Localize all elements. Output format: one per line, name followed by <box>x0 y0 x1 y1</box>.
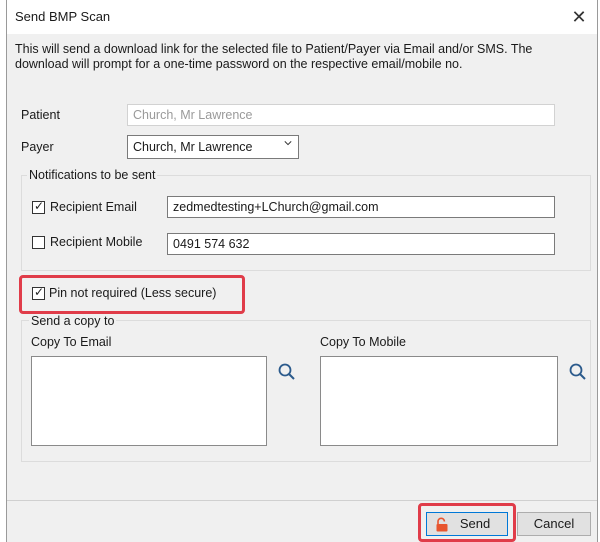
description-text: This will send a download link for the s… <box>15 42 533 71</box>
checkmark-icon: ✓ <box>34 199 45 213</box>
cancel-button[interactable]: Cancel <box>517 512 591 536</box>
payer-selected-value: Church, Mr Lawrence <box>133 140 253 154</box>
recipient-email-label: Recipient Email <box>50 200 137 214</box>
send-button-label: Send <box>459 516 491 531</box>
pin-not-required-label: Pin not required (Less secure) <box>49 286 217 300</box>
recipient-email-checkbox[interactable]: ✓ <box>32 199 45 214</box>
recipient-email-input[interactable]: zedmedtesting+LChurch@gmail.com <box>167 196 555 218</box>
patient-label: Patient <box>21 108 60 122</box>
recipient-mobile-input[interactable]: 0491 574 632 <box>167 233 555 255</box>
recipient-mobile-checkbox[interactable] <box>32 236 45 249</box>
payer-label: Payer <box>21 140 54 154</box>
send-bmp-scan-dialog: Send BMP Scan ✕ This will send a downloa… <box>6 0 598 542</box>
search-icon[interactable] <box>568 362 588 382</box>
copy-to-email-label: Copy To Email <box>31 335 112 349</box>
pin-not-required-checkbox[interactable]: ✓ <box>32 285 45 300</box>
checkmark-icon: ✓ <box>34 285 45 299</box>
copy-to-email-textarea[interactable] <box>31 356 267 446</box>
patient-field: Church, Mr Lawrence <box>127 104 555 126</box>
recipient-mobile-label: Recipient Mobile <box>50 235 143 249</box>
footer-divider <box>7 500 597 501</box>
chevron-down-icon <box>284 141 292 146</box>
dialog-title: Send BMP Scan <box>15 9 111 24</box>
send-button[interactable]: Send <box>426 512 508 536</box>
notifications-group <box>21 175 591 271</box>
send-copy-group-title: Send a copy to <box>29 314 117 328</box>
close-icon[interactable]: ✕ <box>565 4 593 30</box>
copy-to-mobile-textarea[interactable] <box>320 356 558 446</box>
copy-to-mobile-label: Copy To Mobile <box>320 335 406 349</box>
payer-select[interactable]: Church, Mr Lawrence <box>127 135 299 159</box>
notifications-group-title: Notifications to be sent <box>27 168 158 182</box>
unlocked-padlock-icon <box>436 517 448 532</box>
search-icon[interactable] <box>277 362 297 382</box>
title-bar: Send BMP Scan ✕ <box>7 0 597 34</box>
